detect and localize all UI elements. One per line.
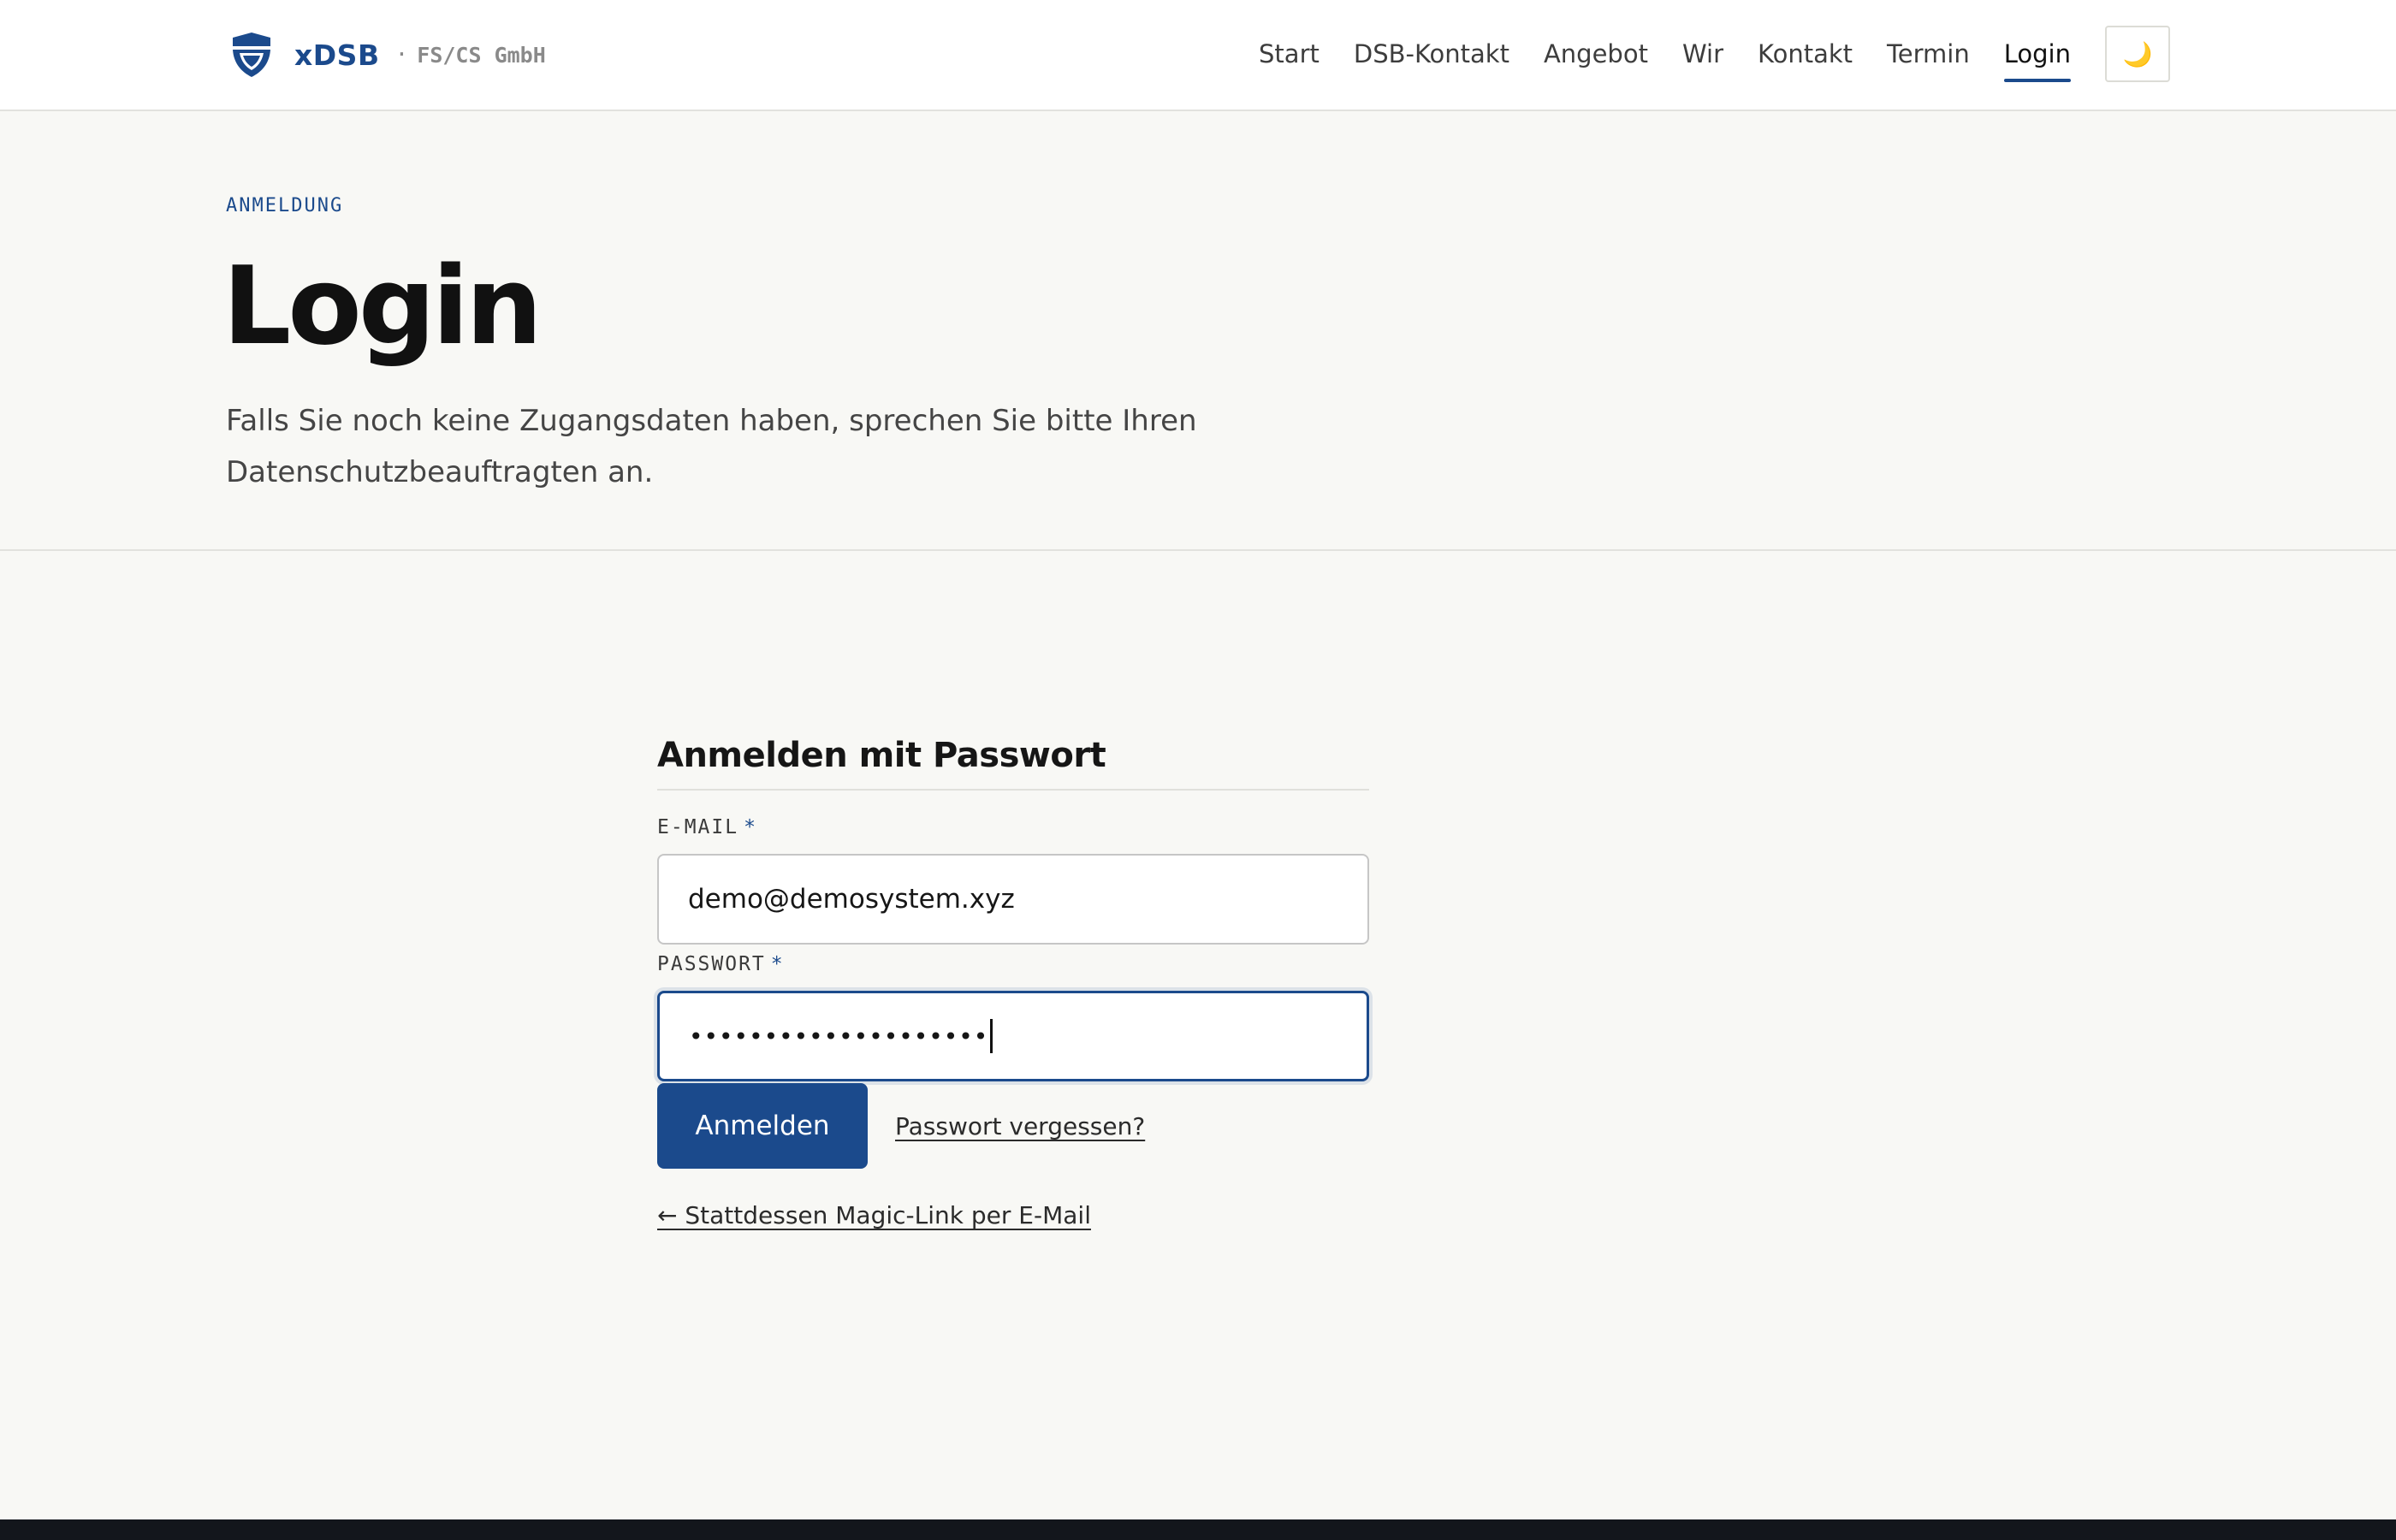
text-caret	[990, 1019, 993, 1053]
brand-name: xDSB	[294, 38, 380, 72]
email-label: E-MAIL *	[657, 816, 1369, 838]
nav-angebot[interactable]: Angebot	[1544, 27, 1648, 82]
theme-toggle-button[interactable]: 🌙	[2105, 26, 2170, 82]
magic-link-switch[interactable]: ← Stattdessen Magic-Link per E-Mail	[657, 1201, 1091, 1229]
brand-separator: ·	[394, 42, 409, 68]
required-marker: *	[744, 816, 757, 838]
password-field[interactable]: ••••••••••••••••••••	[657, 991, 1369, 1081]
shield-logo-icon	[233, 33, 270, 77]
nav-termin[interactable]: Termin	[1887, 27, 1970, 82]
brand-company: FS/CS GmbH	[417, 42, 546, 68]
forgot-password-link[interactable]: Passwort vergessen?	[895, 1112, 1145, 1140]
email-field[interactable]: demo@demosystem.xyz	[657, 854, 1369, 945]
hero-section: ANMELDUNG Login Falls Sie noch keine Zug…	[0, 111, 2396, 551]
page-title: Login	[222, 243, 543, 369]
form-title: Anmelden mit Passwort	[657, 736, 1369, 791]
hero-lead: Falls Sie noch keine Zugangsdaten haben,…	[226, 404, 1197, 489]
password-label-text: PASSWORT	[657, 953, 766, 975]
site-header: xDSB · FS/CS GmbH Start DSB-Kontakt Ange…	[0, 0, 2396, 111]
nav-login[interactable]: Login	[2003, 27, 2072, 82]
main-nav: Start DSB-Kontakt Angebot Wir Kontakt Te…	[1225, 0, 2396, 108]
moon-icon: 🌙	[2122, 40, 2153, 68]
hero-eyebrow: ANMELDUNG	[226, 195, 344, 216]
required-marker: *	[770, 953, 785, 975]
login-form: Anmelden mit Passwort E-MAIL * demo@demos…	[657, 736, 1369, 1229]
email-field-value: demo@demosystem.xyz	[688, 884, 1015, 915]
form-actions: Anmelden Passwort vergessen?	[657, 1083, 1369, 1169]
password-label: PASSWORT *	[657, 953, 1369, 975]
password-field-value: ••••••••••••••••••••	[689, 1022, 989, 1051]
site-footer	[0, 1519, 2396, 1540]
login-submit-button[interactable]: Anmelden	[657, 1083, 868, 1169]
email-label-text: E-MAIL	[657, 816, 739, 838]
nav-wir[interactable]: Wir	[1682, 27, 1723, 82]
nav-start[interactable]: Start	[1259, 27, 1320, 82]
nav-dsb-kontakt[interactable]: DSB-Kontakt	[1354, 27, 1509, 82]
brand-home-link[interactable]: xDSB · FS/CS GmbH	[226, 24, 546, 86]
nav-kontakt[interactable]: Kontakt	[1758, 27, 1853, 82]
